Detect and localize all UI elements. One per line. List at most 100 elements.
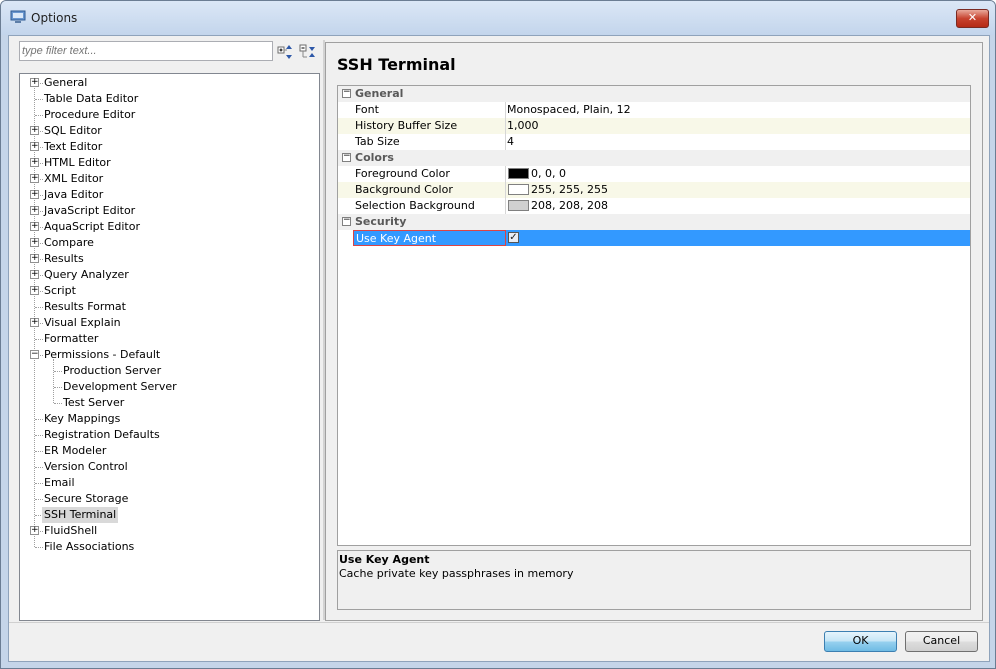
tree-item-html-editor[interactable]: + HTML Editor xyxy=(20,155,317,171)
property-row-tab-size[interactable]: Tab Size 4 xyxy=(338,134,970,150)
tree-item-label: File Associations xyxy=(44,540,135,553)
tree-item-label: FluidShell xyxy=(44,524,98,537)
expand-icon[interactable]: + xyxy=(30,222,39,231)
expand-icon[interactable]: + xyxy=(30,238,39,247)
property-row-history-buffer-size[interactable]: History Buffer Size 1,000 xyxy=(338,118,970,134)
tree-item-permissions-default[interactable]: − Permissions - Default xyxy=(20,347,317,363)
tree-item-java-editor[interactable]: + Java Editor xyxy=(20,187,317,203)
expand-icon[interactable]: + xyxy=(30,126,39,135)
dialog-body: + General Table Data Editor Procedure Edito… xyxy=(8,35,990,662)
expand-icon[interactable]: + xyxy=(30,174,39,183)
tree-item-label: Secure Storage xyxy=(44,492,129,505)
collapse-icon[interactable]: − xyxy=(342,152,351,162)
tree-item-er-modeler[interactable]: ER Modeler xyxy=(20,443,317,459)
tree-item-aquascript-editor[interactable]: + AquaScript Editor xyxy=(20,219,317,235)
tree-item-xml-editor[interactable]: + XML Editor xyxy=(20,171,317,187)
property-value[interactable]: Monospaced, Plain, 12 xyxy=(506,102,970,118)
tree-item-general[interactable]: + General xyxy=(20,75,317,91)
property-value[interactable]: 208, 208, 208 xyxy=(506,198,970,214)
tree-item-label: Registration Defaults xyxy=(44,428,160,441)
tree-item-development-server[interactable]: Development Server xyxy=(20,379,317,395)
category-general[interactable]: − General xyxy=(338,86,970,102)
property-row-selection-background-color[interactable]: Selection Background Color 208, 208, 208 xyxy=(338,198,970,227)
tree-item-file-associations[interactable]: File Associations xyxy=(20,539,317,555)
tree-item-javascript-editor[interactable]: + JavaScript Editor xyxy=(20,203,317,219)
collapse-icon[interactable]: − xyxy=(30,350,39,359)
property-name: Background Color xyxy=(353,182,506,198)
expand-icon[interactable]: + xyxy=(30,78,39,87)
property-value[interactable]: 255, 255, 255 xyxy=(506,182,970,198)
tree-item-compare[interactable]: + Compare xyxy=(20,235,317,251)
cancel-button[interactable]: Cancel xyxy=(905,631,978,652)
property-row-foreground-color[interactable]: Foreground Color 0, 0, 0 xyxy=(338,166,970,182)
tree-item-table-data-editor[interactable]: Table Data Editor xyxy=(20,91,317,107)
property-name: Font xyxy=(353,102,506,118)
collapse-all-icon[interactable] xyxy=(299,43,317,61)
property-value-text: 0, 0, 0 xyxy=(531,167,566,180)
property-row-use-key-agent[interactable]: Use Key Agent ✓ xyxy=(338,230,970,246)
tree-item-results[interactable]: + Results xyxy=(20,251,317,267)
title-bar[interactable]: Options ✕ xyxy=(1,1,995,35)
options-tree[interactable]: + General Table Data Editor Procedure Edito… xyxy=(19,73,320,621)
options-window: Options ✕ + General Table Data Editor Proce… xyxy=(0,0,996,669)
expand-icon[interactable]: + xyxy=(30,142,39,151)
category-label: Colors xyxy=(355,151,394,164)
property-value[interactable]: 1,000 xyxy=(506,118,970,134)
ok-button[interactable]: OK xyxy=(824,631,897,652)
tree-item-label: Visual Explain xyxy=(44,316,121,329)
settings-panel: SSH Terminal − General Font Monospaced, Pla… xyxy=(325,42,983,621)
close-button[interactable]: ✕ xyxy=(956,9,989,28)
expand-icon[interactable]: + xyxy=(30,286,39,295)
color-swatch[interactable] xyxy=(508,183,529,195)
tree-item-label: Java Editor xyxy=(44,188,104,201)
color-swatch[interactable] xyxy=(508,167,529,179)
expand-all-icon[interactable] xyxy=(277,43,295,61)
checkbox[interactable]: ✓ xyxy=(508,232,519,243)
expand-icon[interactable]: + xyxy=(30,190,39,199)
tree-item-text-editor[interactable]: + Text Editor xyxy=(20,139,317,155)
expand-icon[interactable]: + xyxy=(30,254,39,263)
property-name: Selection Background Color xyxy=(353,198,506,227)
property-value-text: 208, 208, 208 xyxy=(531,199,608,212)
tree-item-label: Test Server xyxy=(63,396,125,409)
tree-item-procedure-editor[interactable]: Procedure Editor xyxy=(20,107,317,123)
tree-item-key-mappings[interactable]: Key Mappings xyxy=(20,411,317,427)
expand-icon[interactable]: + xyxy=(30,526,39,535)
tree-item-sql-editor[interactable]: + SQL Editor xyxy=(20,123,317,139)
tree-item-visual-explain[interactable]: + Visual Explain xyxy=(20,315,317,331)
property-value[interactable]: ✓ xyxy=(506,230,970,246)
property-value-text: 4 xyxy=(507,135,514,148)
tree-item-secure-storage[interactable]: Secure Storage xyxy=(20,491,317,507)
property-name: Tab Size xyxy=(353,134,506,150)
tree-item-email[interactable]: Email xyxy=(20,475,317,491)
expand-icon[interactable]: + xyxy=(30,158,39,167)
tree-item-fluidshell[interactable]: + FluidShell xyxy=(20,523,317,539)
tree-item-test-server[interactable]: Test Server xyxy=(20,395,317,411)
tree-item-production-server[interactable]: Production Server xyxy=(20,363,317,379)
tree-item-formatter[interactable]: Formatter xyxy=(20,331,317,347)
property-row-font[interactable]: Font Monospaced, Plain, 12 xyxy=(338,102,970,118)
tree-item-query-analyzer[interactable]: + Query Analyzer xyxy=(20,267,317,283)
collapse-icon[interactable]: − xyxy=(342,88,351,98)
property-value[interactable]: 4 xyxy=(506,134,970,150)
property-value-text: 1,000 xyxy=(507,119,539,132)
category-colors[interactable]: − Colors xyxy=(338,150,970,166)
tree-item-results-format[interactable]: Results Format xyxy=(20,299,317,315)
tree-item-label: XML Editor xyxy=(44,172,104,185)
filter-input[interactable] xyxy=(19,41,273,61)
expand-icon[interactable]: + xyxy=(30,318,39,327)
tree-item-ssh-terminal[interactable]: SSH Terminal xyxy=(20,507,317,523)
collapse-icon[interactable]: − xyxy=(342,216,351,226)
property-table[interactable]: − General Font Monospaced, Plain, 12 History… xyxy=(337,85,971,546)
tree-item-version-control[interactable]: Version Control xyxy=(20,459,317,475)
color-swatch[interactable] xyxy=(508,199,529,211)
category-security[interactable]: − Security xyxy=(338,214,970,230)
expand-icon[interactable]: + xyxy=(30,206,39,215)
tree-item-script[interactable]: + Script xyxy=(20,283,317,299)
tree-item-label: SQL Editor xyxy=(44,124,102,137)
expand-icon[interactable]: + xyxy=(30,270,39,279)
property-row-background-color[interactable]: Background Color 255, 255, 255 xyxy=(338,182,970,198)
property-value[interactable]: 0, 0, 0 xyxy=(506,166,970,182)
tree-item-registration-defaults[interactable]: Registration Defaults xyxy=(20,427,317,443)
tree-item-label: General xyxy=(44,76,88,89)
